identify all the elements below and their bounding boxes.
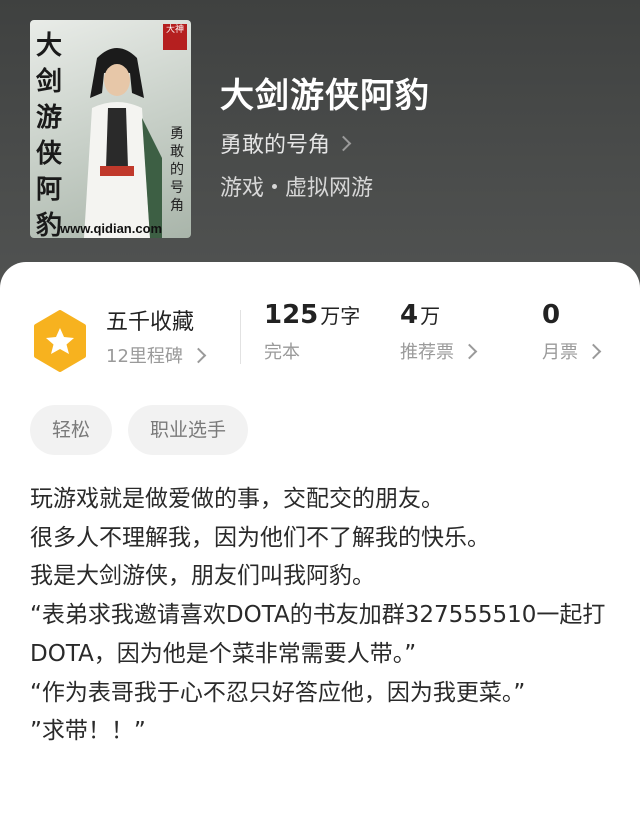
cover-author-text: 勇敢的号角 <box>170 126 184 214</box>
chevron-right-icon <box>190 347 207 363</box>
stats-divider <box>240 310 241 364</box>
cover-badge: 大神 <box>163 24 187 50</box>
separator-dot <box>272 183 278 189</box>
book-header: 大剑游侠阿豹 勇敢的号角 大神 www.qidian.com 大剑游侠阿豹 勇敢… <box>0 0 640 300</box>
tag-chip[interactable]: 职业选手 <box>128 405 249 455</box>
tag-list: 轻松 职业选手 <box>30 405 249 455</box>
author-link[interactable]: 勇敢的号角 <box>220 127 352 159</box>
recommend-unit: 万 <box>420 304 441 328</box>
description-line: “作为表哥我于心不忍只好答应他，因为我更菜。” <box>30 679 526 706</box>
cover-figure-illustration <box>84 48 162 238</box>
tag-chip[interactable]: 轻松 <box>30 405 113 455</box>
chevron-right-icon <box>335 135 352 151</box>
recommend-label: 推荐票 <box>400 342 454 363</box>
description-line: 玩游戏就是做爱做的事，交配交的朋友。 <box>30 486 444 512</box>
genre-sub[interactable]: 虚拟网游 <box>285 170 373 202</box>
milestone-label: 12里程碑 <box>106 346 183 367</box>
book-cover[interactable]: 大剑游侠阿豹 勇敢的号角 大神 www.qidian.com <box>30 20 191 238</box>
milestone-link[interactable]: 12里程碑 <box>106 342 207 368</box>
chevron-right-icon <box>461 343 478 359</box>
book-description[interactable]: 玩游戏就是做爱做的事，交配交的朋友。 很多人不理解我，因为他们不了解我的快乐。 … <box>30 480 615 751</box>
monthly-ticket-value: 0 <box>542 300 561 330</box>
book-info-card: 五千收藏 12里程碑 125 万字 完本 4万 推荐票 0 月票 轻松 职业选手 … <box>0 262 640 822</box>
word-count-unit: 万字 <box>320 304 361 328</box>
description-line: 很多人不理解我，因为他们不了解我的快乐。 <box>30 524 490 551</box>
author-name: 勇敢的号角 <box>220 133 331 158</box>
cover-title-text: 大剑游侠阿豹 <box>36 31 63 238</box>
description-line: ”求带！！” <box>30 718 146 745</box>
genre-line: 游戏 虚拟网游 <box>220 170 373 202</box>
word-count-value: 125 <box>264 300 319 330</box>
word-count-stat: 125 万字 完本 <box>264 300 360 364</box>
book-title: 大剑游侠阿豹 <box>220 76 430 116</box>
recommend-value: 4 <box>400 300 419 330</box>
cover-site-text: www.qidian.com <box>60 221 163 236</box>
book-status: 完本 <box>264 342 300 363</box>
recommend-stat[interactable]: 4万 推荐票 <box>400 300 478 364</box>
description-line: 我是大剑游侠，朋友们叫我阿豹。 <box>30 563 375 590</box>
monthly-ticket-label: 月票 <box>542 342 578 363</box>
star-medal-icon <box>34 310 86 372</box>
description-line: “表弟求我邀请喜欢DOTA的书友加群327555510一起打DOTA，因为他是个… <box>30 602 606 667</box>
stats-row: 五千收藏 12里程碑 125 万字 完本 4万 推荐票 0 月票 <box>0 300 640 380</box>
collection-level: 五千收藏 <box>106 310 195 335</box>
monthly-ticket-stat[interactable]: 0 月票 <box>542 300 602 364</box>
chevron-right-icon <box>585 343 602 359</box>
genre-main[interactable]: 游戏 <box>220 170 264 202</box>
